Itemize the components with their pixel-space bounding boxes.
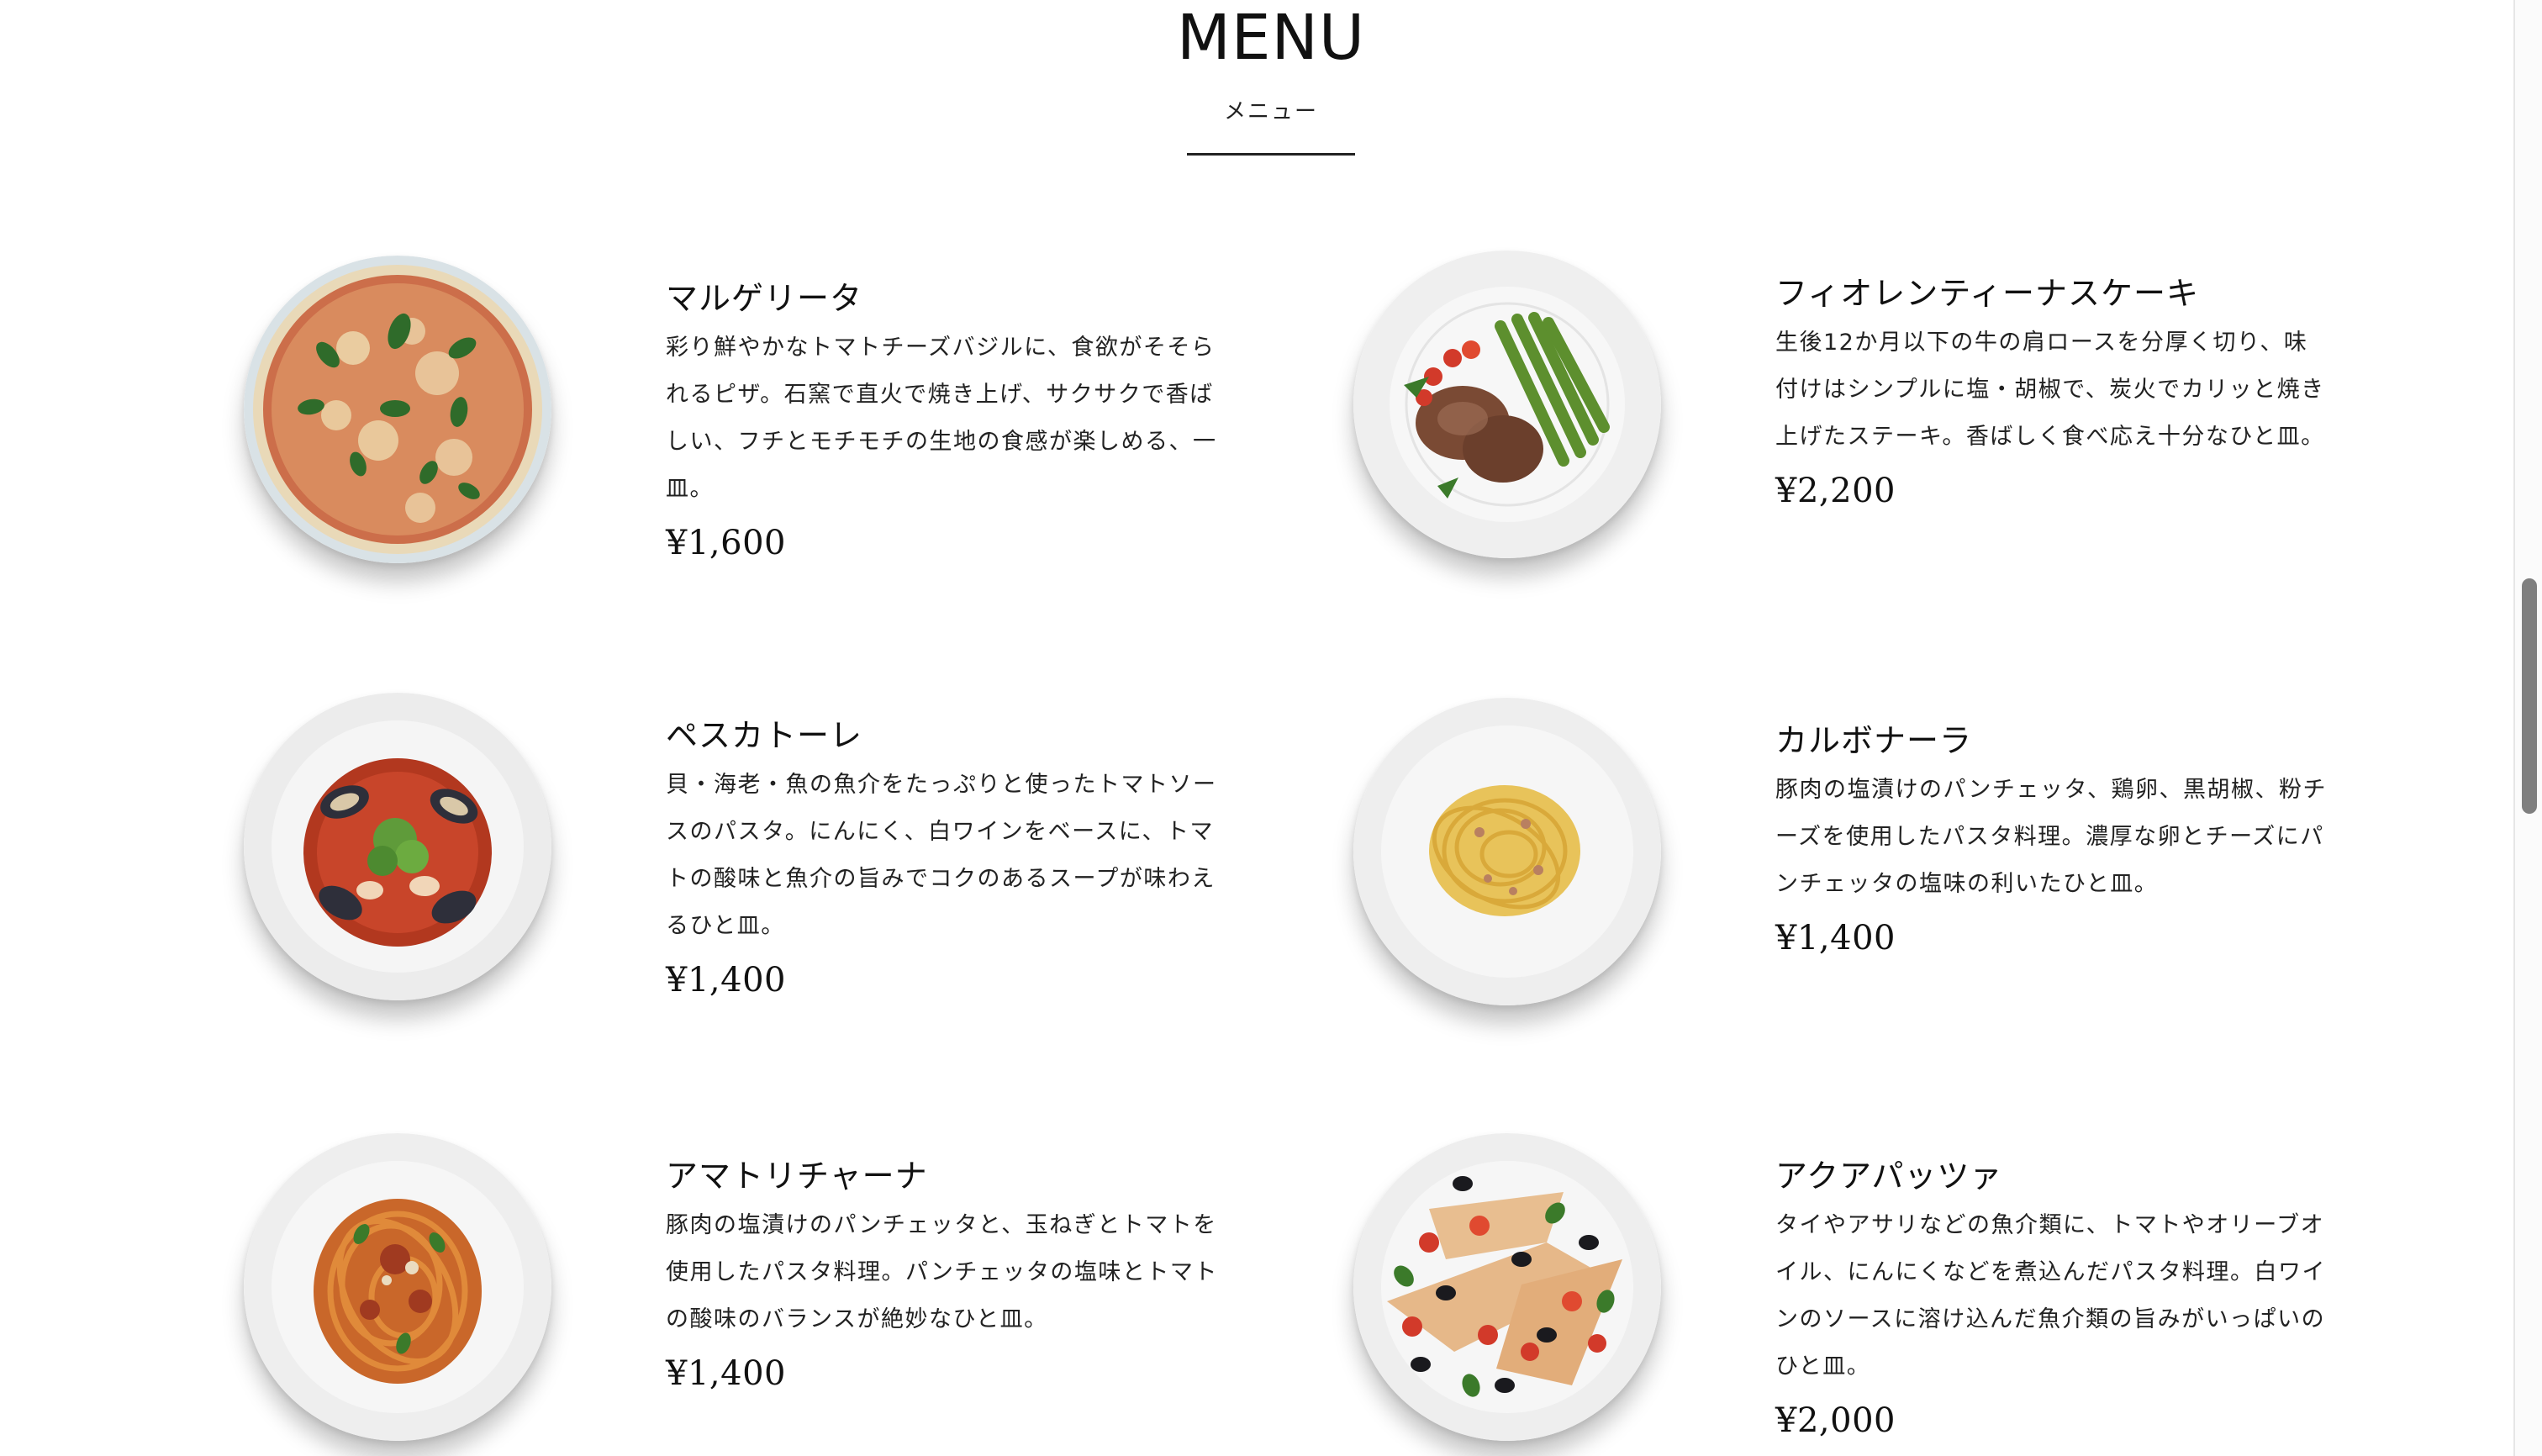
pescatore-pasta-photo: [244, 693, 551, 1000]
menu-item-text: カルボナーラ 豚肉の塩漬けのパンチェッタ、鶏卵、黒胡椒、粉チーズを使用したパスタ…: [1775, 720, 2330, 962]
menu-item-margherita[interactable]: マルゲリータ 彩り鮮やかなトマトチーズバジルに、食欲がそそられるピザ。石窯で直火…: [244, 256, 1387, 609]
carbonara-pasta-photo: [1353, 698, 1661, 1005]
menu-item-text: ペスカトーレ 貝・海老・魚の魚介をたっぷりと使ったトマトソースのパスタ。にんにく…: [666, 715, 1221, 1004]
dish-description: 豚肉の塩漬けのパンチェッタ、鶏卵、黒胡椒、粉チーズを使用したパスタ料理。濃厚な卵…: [1775, 777, 2328, 897]
menu-item-text: アマトリチャーナ 豚肉の塩漬けのパンチェッタと、玉ねぎとトマトを使用したパスタ料…: [666, 1155, 1221, 1397]
dish-description: 貝・海老・魚の魚介をたっぷりと使ったトマトソースのパスタ。にんにく、白ワインをベ…: [666, 772, 1217, 939]
menu-item-text: フィオレンティーナスケーキ 生後12か月以下の牛の肩ロースを分厚く切り、味付けは…: [1775, 272, 2330, 514]
dish-description: 彩り鮮やかなトマトチーズバジルに、食欲がそそられるピザ。石窯で直火で焼き上げ、サ…: [666, 335, 1217, 502]
dish-price: ¥2,000: [1775, 1401, 1896, 1440]
margherita-pizza-photo: [244, 256, 551, 563]
menu-item-text: アクアパッツァ タイやアサリなどの魚介類に、トマトやオリーブオイル、にんにくなど…: [1775, 1155, 2330, 1444]
dish-name: フィオレンティーナスケーキ: [1775, 275, 2199, 312]
amatriciana-pasta-photo: [244, 1133, 551, 1441]
dish-price: ¥2,200: [1775, 472, 1896, 510]
dish-name: マルゲリータ: [666, 280, 863, 317]
menu-item-carbonara[interactable]: カルボナーラ 豚肉の塩漬けのパンチェッタ、鶏卵、黒胡椒、粉チーズを使用したパスタ…: [1353, 698, 2497, 1051]
menu-item-amatriciana[interactable]: アマトリチャーナ 豚肉の塩漬けのパンチェッタと、玉ねぎとトマトを使用したパスタ料…: [244, 1133, 1387, 1456]
dish-description: タイやアサリなどの魚介類に、トマトやオリーブオイル、にんにくなどを煮込んだパスタ…: [1775, 1212, 2326, 1380]
dish-name: ペスカトーレ: [666, 717, 863, 754]
menu-item-acqua-pazza[interactable]: アクアパッツァ タイやアサリなどの魚介類に、トマトやオリーブオイル、にんにくなど…: [1353, 1133, 2497, 1456]
scrollbar-thumb[interactable]: [2522, 578, 2537, 814]
dish-price: ¥1,400: [666, 961, 786, 1000]
dish-name: カルボナーラ: [1775, 722, 1973, 759]
dish-description: 生後12か月以下の牛の肩ロースを分厚く切り、味付けはシンプルに塩・胡椒で、炭火で…: [1775, 330, 2325, 450]
dish-name: アマトリチャーナ: [666, 1158, 928, 1195]
dish-price: ¥1,600: [666, 524, 786, 562]
steak-with-asparagus-photo: [1353, 251, 1661, 558]
dish-description: 豚肉の塩漬けのパンチェッタと、玉ねぎとトマトを使用したパスタ料理。パンチェッタの…: [666, 1212, 1218, 1332]
dish-price: ¥1,400: [1775, 919, 1896, 957]
menu-grid: マルゲリータ 彩り鮮やかなトマトチーズバジルに、食欲がそそられるピザ。石窯で直火…: [0, 0, 2513, 1456]
acqua-pazza-fish-photo: [1353, 1133, 1661, 1441]
menu-page: MENU メニュー マルゲリータ 彩り鮮やかなトマトチーズバジルに、食欲がそそら…: [0, 0, 2542, 1456]
menu-item-steak[interactable]: フィオレンティーナスケーキ 生後12か月以下の牛の肩ロースを分厚く切り、味付けは…: [1353, 251, 2497, 604]
dish-price: ¥1,400: [666, 1354, 786, 1393]
menu-item-text: マルゲリータ 彩り鮮やかなトマトチーズバジルに、食欲がそそられるピザ。石窯で直火…: [666, 277, 1221, 567]
dish-name: アクアパッツァ: [1775, 1158, 2003, 1195]
menu-item-pescatore[interactable]: ペスカトーレ 貝・海老・魚の魚介をたっぷりと使ったトマトソースのパスタ。にんにく…: [244, 693, 1387, 1046]
